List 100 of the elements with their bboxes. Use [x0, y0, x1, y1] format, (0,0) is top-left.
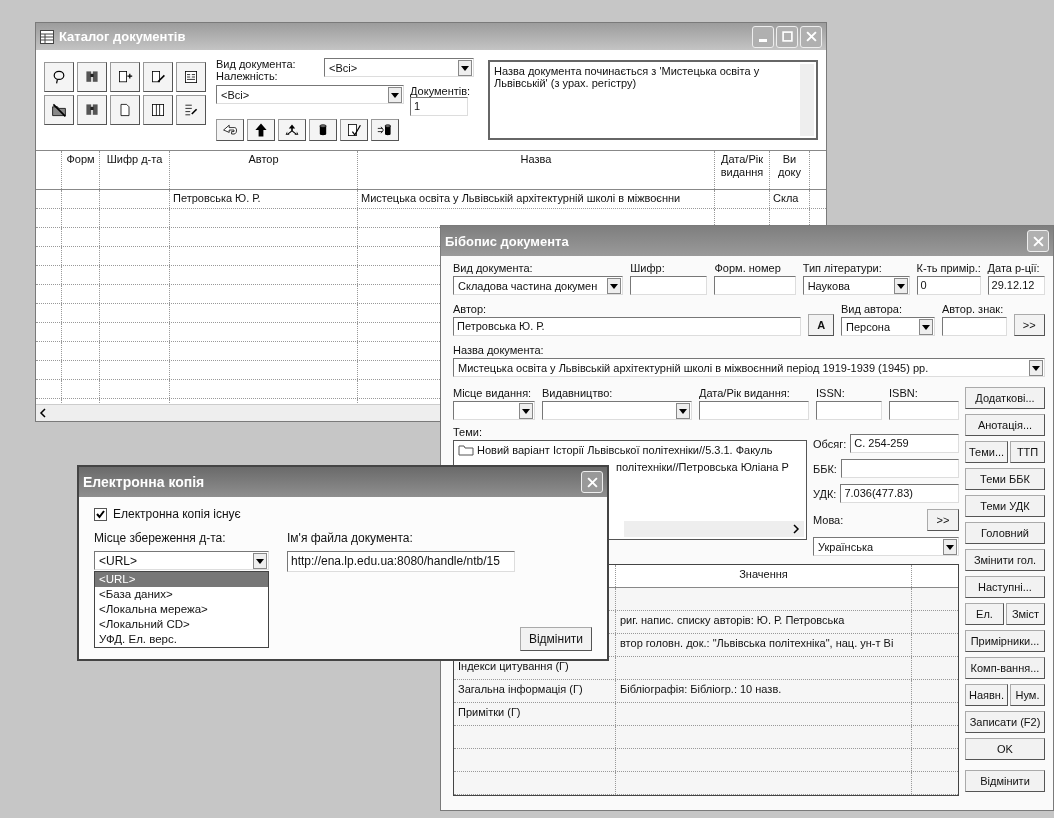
toolbar-button[interactable] — [340, 119, 368, 141]
action-button[interactable]: Теми... — [965, 441, 1009, 463]
field-label: Назва документа: — [453, 344, 545, 356]
filename-field[interactable]: http://ena.lp.edu.ua:8080/handle/ntb/15 — [287, 551, 515, 572]
filter-text-box[interactable]: Назва документа починається з 'Мистецька освіта у Львівській' (з урах. регістру) — [488, 60, 818, 140]
tree-item[interactable]: Новий варіант Історії Львівської політехніки//5.3.1. Факуль — [477, 444, 773, 456]
more-button[interactable]: >> — [927, 509, 959, 531]
doc-type-dropdown[interactable]: <Всі> — [324, 58, 474, 77]
place-dropdown[interactable] — [453, 401, 535, 420]
column-header[interactable]: Форм — [62, 151, 100, 189]
author-type-dropdown[interactable]: Персона — [841, 317, 935, 336]
author-field[interactable]: Петровська Ю. Р. — [453, 317, 802, 336]
more-button[interactable]: >> — [1013, 314, 1045, 336]
toolbar-button[interactable] — [176, 95, 206, 125]
action-button[interactable]: Головний — [965, 522, 1045, 544]
field-label: УДК: — [813, 487, 837, 500]
author-button[interactable]: A — [808, 314, 834, 336]
language-dropdown[interactable]: Українська — [813, 537, 959, 556]
caret-icon[interactable] — [1029, 359, 1043, 376]
form-number-field[interactable] — [714, 276, 796, 295]
caret-icon[interactable] — [607, 277, 622, 294]
toolbar-button[interactable] — [110, 95, 140, 125]
scroll-right-icon[interactable] — [791, 524, 801, 534]
dropdown-option[interactable]: <База даних> — [95, 587, 268, 602]
checkbox-label[interactable]: Електронна копія існує — [113, 507, 241, 521]
bbk-field[interactable] — [840, 459, 959, 478]
dropdown-option[interactable]: <Локальний CD> — [95, 617, 268, 632]
dropdown-option[interactable]: <URL> — [95, 572, 268, 587]
scrollbar[interactable] — [624, 521, 804, 537]
author-sign-field[interactable] — [941, 317, 1007, 336]
udc-field[interactable]: 7.036(477.83) — [840, 484, 959, 503]
checkbox[interactable] — [94, 507, 107, 521]
code-field[interactable] — [630, 276, 708, 295]
dropdown-option[interactable]: <Локальна мережа> — [95, 602, 268, 617]
caret-icon[interactable] — [893, 277, 908, 294]
back-arrow-icon — [221, 122, 239, 138]
action-button[interactable]: Комп-вання... — [965, 657, 1045, 679]
action-button[interactable]: Примірники... — [965, 630, 1045, 652]
action-button[interactable]: Наявн. — [965, 684, 1008, 706]
close-button[interactable] — [581, 471, 603, 493]
toolbar-button[interactable] — [44, 62, 74, 92]
action-button[interactable]: Теми ББК — [965, 468, 1045, 490]
toolbar-button[interactable] — [309, 119, 337, 141]
close-button[interactable] — [800, 25, 822, 48]
copies-field[interactable]: 0 — [916, 276, 981, 295]
caret-icon[interactable] — [388, 86, 402, 103]
column-header[interactable]: Шифр д-та — [100, 151, 170, 189]
toolbar-button[interactable] — [176, 62, 206, 92]
publication-date-field[interactable] — [699, 401, 809, 420]
publisher-dropdown[interactable] — [542, 401, 692, 420]
action-button[interactable]: Зміст — [1006, 603, 1045, 625]
minimize-button[interactable] — [752, 25, 774, 48]
toolbar-button[interactable] — [278, 119, 306, 141]
toolbar-button[interactable] — [371, 119, 399, 141]
action-button[interactable]: Відмінити — [965, 770, 1045, 792]
caret-icon[interactable] — [918, 318, 933, 335]
date-field[interactable]: 29.12.12 — [987, 276, 1045, 295]
action-button[interactable]: ТТП — [1010, 441, 1045, 463]
title-dropdown[interactable]: Мистецька освіта у Львівській архітектурній школі в міжвоєнний період 1919-1939 (1945) рр. — [453, 358, 1045, 377]
action-button[interactable]: Нум. — [1010, 684, 1045, 706]
window-title: Електронна копія — [83, 474, 206, 490]
belonging-dropdown[interactable]: <Всі> — [216, 85, 404, 104]
column-header[interactable]: Дата/Рік видання — [715, 151, 770, 189]
caret-icon[interactable] — [519, 402, 533, 419]
toolbar-button[interactable] — [143, 95, 173, 125]
action-button[interactable]: Записати (F2) — [965, 711, 1045, 733]
cancel-button[interactable]: Відмінити — [520, 627, 592, 651]
action-button[interactable]: Додаткові... — [965, 387, 1045, 409]
action-button[interactable]: OK — [965, 738, 1045, 760]
column-header[interactable]: Автор — [170, 151, 358, 189]
issn-field[interactable] — [816, 401, 882, 420]
toolbar-button[interactable] — [77, 62, 107, 92]
caret-icon[interactable] — [458, 59, 472, 76]
field-label: Тип літератури: — [802, 262, 883, 274]
dropdown-option[interactable]: УФД. Ел. верс. — [95, 632, 268, 647]
toolbar-button[interactable] — [247, 119, 275, 141]
storage-dropdown[interactable]: <URL> — [94, 551, 269, 570]
toolbar-button[interactable] — [77, 95, 107, 125]
volume-field[interactable]: С. 254-259 — [850, 434, 959, 453]
literature-type-dropdown[interactable]: Наукова — [802, 276, 910, 295]
action-button[interactable]: Анотація... — [965, 414, 1045, 436]
isbn-field[interactable] — [889, 401, 959, 420]
field-label: Форм. номер — [714, 262, 782, 274]
action-button[interactable]: Теми УДК — [965, 495, 1045, 517]
action-button[interactable]: Змінити гол. — [965, 549, 1045, 571]
column-header[interactable]: Ви доку — [770, 151, 810, 189]
action-button[interactable]: Наступні... — [965, 576, 1045, 598]
caret-icon[interactable] — [253, 552, 267, 569]
toolbar-button[interactable] — [216, 119, 244, 141]
toolbar-button[interactable] — [44, 95, 74, 125]
caret-icon[interactable] — [943, 538, 957, 555]
count-field[interactable]: 1 — [410, 97, 468, 116]
toolbar-button[interactable] — [110, 62, 140, 92]
doc-type-dropdown[interactable]: Складова частина докумен — [453, 276, 624, 295]
toolbar-button[interactable] — [143, 62, 173, 92]
tree-item[interactable]: політехніки//Петровська Юліана Р — [616, 461, 789, 473]
action-button[interactable]: Ел. — [965, 603, 1004, 625]
column-header[interactable]: Назва — [358, 151, 715, 189]
caret-icon[interactable] — [676, 402, 690, 419]
scroll-left-icon[interactable] — [38, 408, 48, 418]
